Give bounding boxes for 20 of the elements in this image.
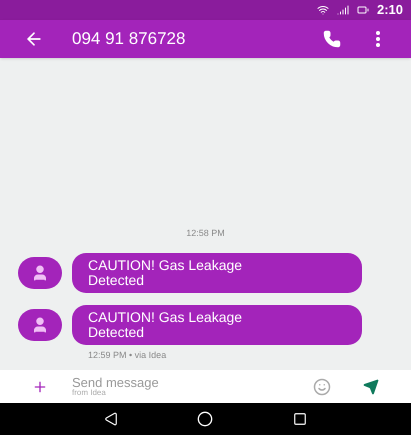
avatar-icon [18, 308, 62, 340]
add-icon[interactable] [32, 378, 48, 394]
back-nav-icon[interactable] [104, 412, 118, 426]
compose-subtitle: from Idea [72, 389, 106, 397]
home-nav-icon[interactable] [197, 411, 214, 427]
send-icon[interactable] [363, 378, 379, 394]
compose-placeholder: Send message [72, 376, 160, 389]
message-input[interactable]: Send message from Idea [72, 376, 313, 397]
message-footer: 12:59 PM • via Idea [0, 348, 411, 362]
phone-icon [323, 30, 341, 48]
contact-title: 094 91 876728 [72, 28, 186, 50]
message-bubble: CAUTION! Gas Leakage Detected [72, 252, 362, 292]
avatar-icon [18, 256, 62, 288]
recents-nav-icon[interactable] [293, 412, 308, 426]
message-bubble: CAUTION! Gas Leakage Detected [72, 304, 362, 344]
status-time: 2:10 [376, 1, 403, 20]
message-timestamp: 12:58 PM [185, 227, 226, 240]
battery-icon [356, 4, 369, 16]
call-button[interactable] [323, 30, 341, 48]
more-icon [376, 31, 380, 47]
